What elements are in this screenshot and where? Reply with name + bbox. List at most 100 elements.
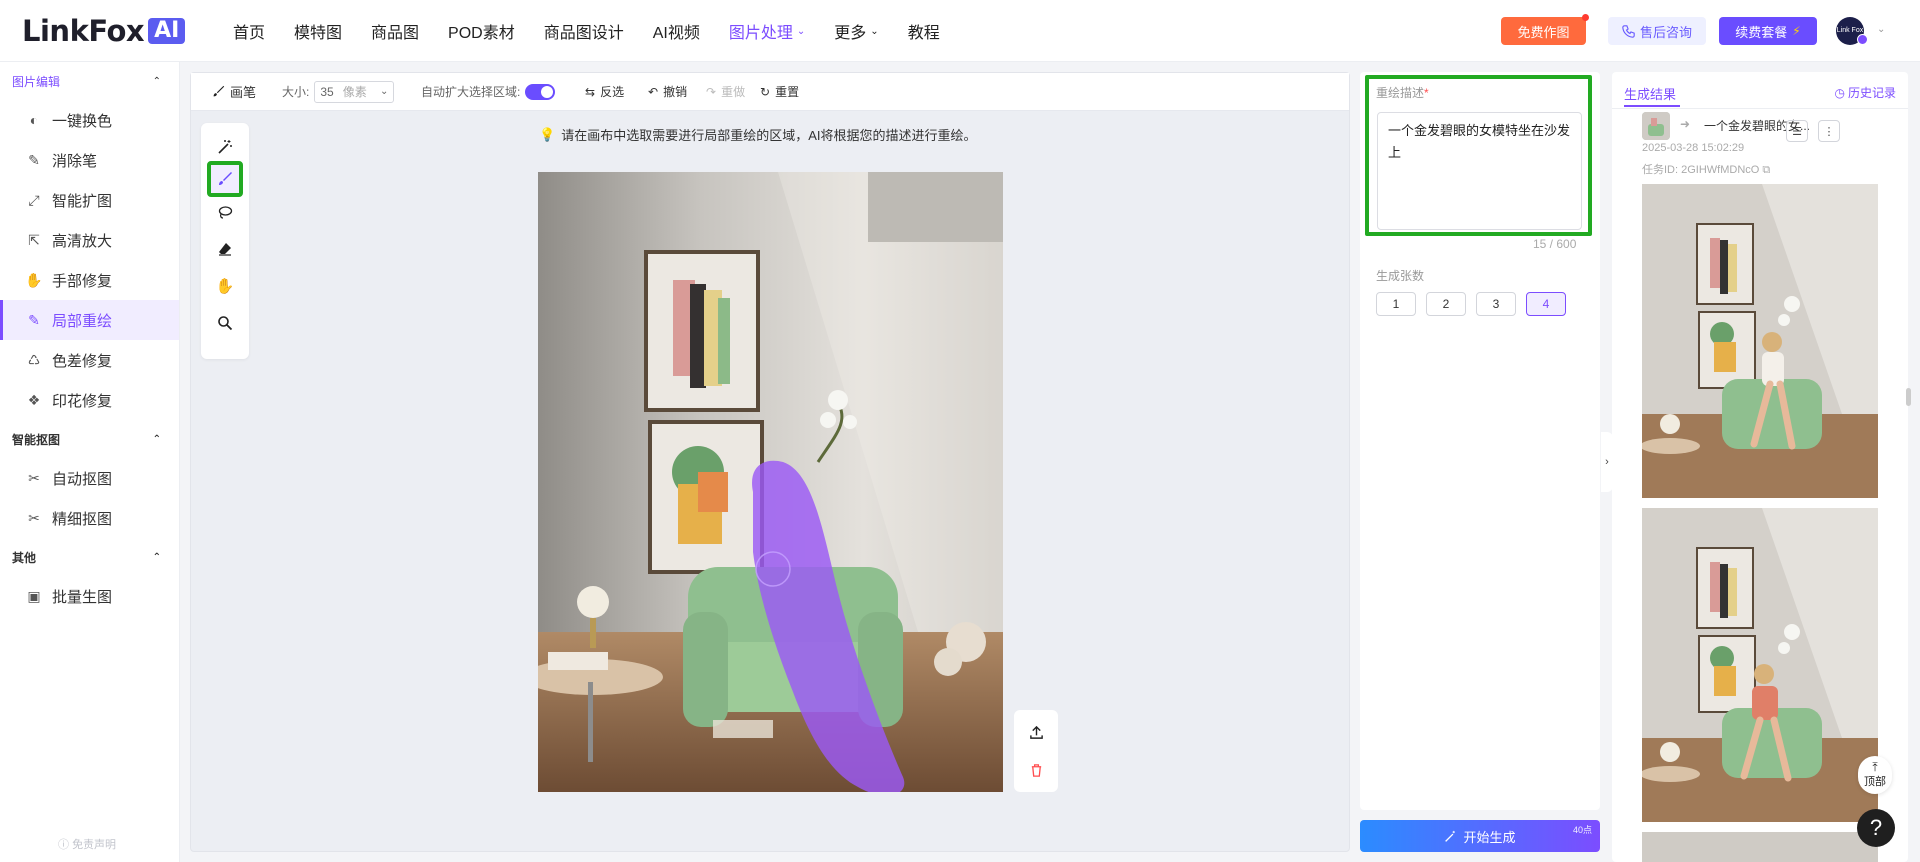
- more-options-button[interactable]: ⋮: [1818, 120, 1840, 142]
- nav-item-image-processing[interactable]: 图片处理 ⌄: [729, 19, 805, 43]
- nav-item-model-image[interactable]: 模特图: [294, 19, 342, 43]
- invert-selection-button[interactable]: ⇆ 反选: [585, 83, 624, 100]
- result-image-1[interactable]: [1642, 184, 1878, 498]
- sidebar: 图片编辑 ⌃ ◐ 一键换色 ✎ 消除笔 ⤢ 智能扩图 ⇱ 高清放大 ✋ 手部修复…: [0, 62, 180, 862]
- adjust-settings-button[interactable]: ☰: [1786, 120, 1808, 142]
- sidebar-section-other[interactable]: 其他 ⌃: [0, 538, 179, 576]
- result-image-3[interactable]: [1642, 832, 1878, 862]
- upscale-icon: ⇱: [28, 231, 40, 248]
- required-mark: *: [1424, 86, 1429, 100]
- support-button[interactable]: 售后咨询: [1608, 17, 1706, 45]
- lightbulb-icon: 💡: [539, 126, 556, 142]
- chevron-up-icon: ⌃: [152, 551, 161, 563]
- magnifier-icon: [218, 316, 233, 331]
- nav-item-home[interactable]: 首页: [233, 19, 265, 43]
- brush-tool-button[interactable]: 画笔: [212, 82, 256, 101]
- nav-item-pod[interactable]: POD素材: [448, 19, 515, 43]
- repaint-icon: ✎: [28, 311, 40, 328]
- brush-tool[interactable]: [207, 161, 243, 197]
- nav-item-tutorial[interactable]: 教程: [908, 19, 940, 43]
- support-label: 售后咨询: [1639, 24, 1692, 40]
- zoom-tool[interactable]: [207, 305, 243, 341]
- sidebar-section-smart-cutout[interactable]: 智能抠图 ⌃: [0, 420, 179, 458]
- sidebar-item-color-fix[interactable]: ♺ 色差修复: [0, 340, 179, 380]
- help-button[interactable]: ?: [1857, 809, 1895, 847]
- tab-results[interactable]: 生成结果: [1624, 84, 1676, 103]
- delete-button[interactable]: [1026, 760, 1046, 780]
- source-thumbnail[interactable]: [1642, 112, 1670, 140]
- task-id: 任务ID: 2GIHWfMDNcO ⧉: [1642, 161, 1770, 177]
- brush-icon: [213, 85, 225, 97]
- batch-image-icon: ▣: [27, 587, 41, 604]
- linkfox-logo[interactable]: LinkFox AI: [22, 14, 186, 48]
- description-text: 一个金发碧眼的女模特坐在沙发上: [1388, 123, 1571, 160]
- color-fix-icon: ♺: [27, 351, 41, 368]
- magic-wand-tool[interactable]: [207, 129, 243, 165]
- history-button[interactable]: ◷ 历史记录: [1835, 84, 1897, 101]
- more-vertical-icon: ⋮: [1823, 125, 1835, 138]
- copy-icon[interactable]: ⧉: [1762, 164, 1770, 176]
- sidebar-item-hand-repair[interactable]: ✋ 手部修复: [0, 260, 179, 300]
- brush-size-select[interactable]: 35 像素 ⌄: [314, 80, 395, 103]
- hand-icon: ✋: [25, 271, 43, 288]
- upload-button[interactable]: [1026, 722, 1046, 742]
- nav-item-ai-video[interactable]: AI视频: [653, 19, 700, 43]
- sidebar-item-eraser-pen[interactable]: ✎ 消除笔: [0, 140, 179, 180]
- undo-label: 撤销: [663, 85, 688, 99]
- nav-item-more[interactable]: 更多 ⌄: [834, 19, 878, 43]
- sidebar-item-local-repaint[interactable]: ✎ 局部重绘: [0, 300, 179, 340]
- sidebar-item-smart-expand[interactable]: ⤢ 智能扩图: [0, 180, 179, 220]
- undo-icon: ↶: [648, 84, 659, 99]
- canvas-side-actions: [1014, 710, 1058, 792]
- sidebar-item-hd-upscale[interactable]: ⇱ 高清放大: [0, 220, 179, 260]
- results-scrollbar[interactable]: [1906, 388, 1911, 406]
- count-option-4[interactable]: 4: [1526, 292, 1566, 316]
- free-create-button[interactable]: 免费作图: [1501, 14, 1589, 45]
- undo-button[interactable]: ↶ 撤销: [648, 83, 687, 100]
- sidebar-item-fine-cutout[interactable]: ✂ 精细抠图: [0, 498, 179, 538]
- color-swap-icon: ◐: [29, 112, 39, 128]
- nav-item-product-image[interactable]: 商品图: [371, 19, 419, 43]
- renew-plan-button[interactable]: 续费套餐 ⚡: [1719, 17, 1817, 45]
- swap-arrows-icon: ⇆: [585, 84, 596, 99]
- description-textarea[interactable]: 一个金发碧眼的女模特坐在沙发上: [1377, 112, 1582, 230]
- disclaimer-label: 免责声明: [72, 839, 117, 851]
- count-option-3[interactable]: 3: [1476, 292, 1516, 316]
- eraser-icon: [219, 243, 231, 256]
- redo-button[interactable]: ↷ 重做: [706, 83, 745, 100]
- nav-label: 商品图设计: [543, 25, 624, 42]
- nav-label: AI视频: [652, 25, 700, 42]
- reset-button[interactable]: ↻ 重置: [760, 83, 799, 100]
- expand-icon: ⤢: [28, 191, 40, 208]
- description-label: 重绘描述*: [1376, 84, 1429, 101]
- start-generate-button[interactable]: 开始生成 40点: [1360, 820, 1600, 852]
- task-id-text: 任务ID: 2GIHWfMDNcO: [1642, 164, 1760, 176]
- sidebar-item-print-fix[interactable]: ❖ 印花修复: [0, 380, 179, 420]
- eraser-tool[interactable]: [207, 231, 243, 267]
- sidebar-section-image-edit[interactable]: 图片编辑 ⌃: [0, 62, 179, 100]
- back-to-top-button[interactable]: ⤒ 顶部: [1858, 756, 1892, 794]
- nav-item-product-design[interactable]: 商品图设计: [544, 19, 624, 43]
- top-nav-bar: LinkFox AI 首页 模特图 商品图 POD素材 商品图设计 AI视频 图…: [0, 0, 1920, 62]
- chevron-down-icon[interactable]: ⌄: [1877, 24, 1885, 35]
- fine-cutout-icon: ✂: [28, 509, 40, 526]
- count-option-1[interactable]: 1: [1376, 292, 1416, 316]
- disclaimer-link[interactable]: ⓘ 免责声明: [58, 836, 116, 852]
- sidebar-item-batch-image[interactable]: ▣ 批量生图: [0, 576, 179, 616]
- arrow-up-icon: ⤒: [1872, 760, 1878, 774]
- auto-expand-toggle[interactable]: [525, 83, 556, 100]
- result-image-2[interactable]: [1642, 508, 1878, 822]
- count-option-2[interactable]: 2: [1426, 292, 1466, 316]
- editing-canvas-image[interactable]: [538, 172, 1003, 792]
- pan-tool[interactable]: ✋: [207, 268, 243, 304]
- sidebar-item-label: 高清放大: [52, 232, 113, 250]
- auto-expand-control: 自动扩大选择区域:: [421, 83, 556, 100]
- lasso-tool[interactable]: [207, 195, 243, 231]
- section-title: 智能抠图: [12, 432, 61, 447]
- result-image-1-graphic: [1642, 184, 1878, 498]
- sidebar-item-label: 消除笔: [52, 152, 98, 170]
- trash-icon: [1031, 763, 1041, 777]
- sidebar-item-color-swap[interactable]: ◐ 一键换色: [0, 100, 179, 140]
- magic-wand-icon: [218, 140, 232, 154]
- sidebar-item-auto-cutout[interactable]: ✂ 自动抠图: [0, 458, 179, 498]
